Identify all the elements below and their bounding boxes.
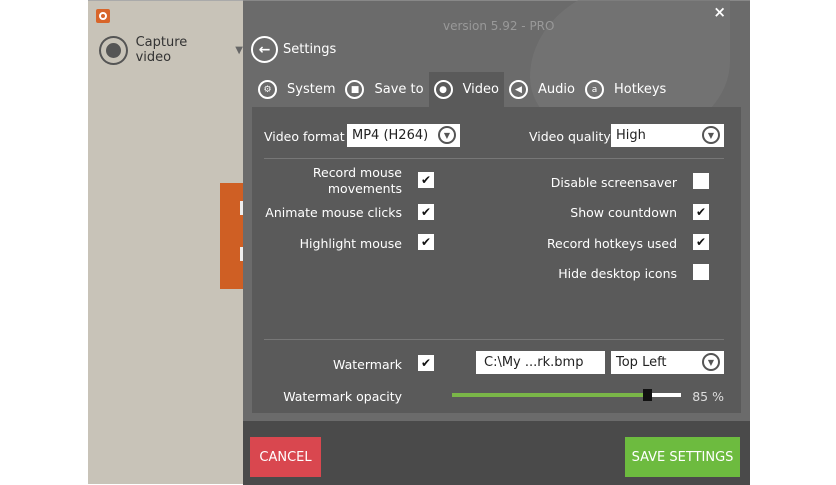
tab-hotkeys[interactable]: a Hotkeys bbox=[580, 72, 671, 107]
watermark-opacity-slider[interactable] bbox=[452, 389, 681, 401]
tab-video[interactable]: ● Video bbox=[428, 72, 505, 107]
hide-desktop-icons-label: Hide desktop icons bbox=[558, 266, 677, 281]
watermark-position-value: Top Left bbox=[616, 355, 667, 370]
left-panel: Capture video ▼ bbox=[88, 0, 243, 484]
record-hotkeys-checkbox[interactable]: ✔ bbox=[693, 234, 709, 250]
hide-desktop-icons-checkbox[interactable] bbox=[693, 264, 709, 280]
settings-title: Settings bbox=[283, 42, 337, 57]
disable-screensaver-label: Disable screensaver bbox=[550, 175, 677, 190]
watermark-label: Watermark bbox=[333, 357, 402, 372]
watermark-file-input[interactable]: C:\My ...rk.bmp bbox=[476, 351, 605, 374]
settings-tabs: ⚙ System ■ Save to ● Video ◀ Audio a Hotkeys bbox=[253, 72, 671, 107]
tab-label: Hotkeys bbox=[613, 82, 667, 97]
preview-thumbnail bbox=[220, 183, 243, 289]
capture-mode-label: Capture video bbox=[135, 35, 188, 65]
watermark-file-value: C:\My ...rk.bmp bbox=[484, 355, 584, 370]
tab-system[interactable]: ⚙ System bbox=[253, 72, 340, 107]
tab-label: Video bbox=[462, 82, 500, 97]
back-button[interactable]: ← Settings bbox=[251, 36, 336, 63]
video-format-select[interactable]: MP4 (H264) ▼ bbox=[347, 124, 460, 147]
video-quality-select[interactable]: High ▼ bbox=[611, 124, 724, 147]
record-mouse-checkbox[interactable]: ✔ bbox=[418, 172, 434, 188]
app-logo-icon bbox=[96, 9, 110, 23]
tab-label: Audio bbox=[538, 82, 575, 97]
highlight-mouse-label: Highlight mouse bbox=[299, 236, 402, 251]
watermark-position-select[interactable]: Top Left ▼ bbox=[611, 351, 724, 374]
record-hotkeys-label: Record hotkeys used bbox=[546, 236, 677, 251]
close-icon[interactable]: × bbox=[713, 3, 726, 21]
video-format-value: MP4 (H264) bbox=[352, 128, 429, 143]
folder-icon: ■ bbox=[345, 80, 365, 99]
chevron-down-icon: ▼ bbox=[702, 353, 720, 371]
video-quality-value: High bbox=[616, 128, 646, 143]
record-mouse-label: Record mouse movements bbox=[312, 165, 402, 196]
slider-fill bbox=[452, 393, 647, 397]
save-settings-button[interactable]: SAVE SETTINGS bbox=[625, 437, 740, 477]
tab-label: Save to bbox=[374, 82, 424, 97]
divider bbox=[264, 158, 724, 159]
settings-panel: version 5.92 - PRO × ← Settings ⚙ System … bbox=[243, 0, 750, 485]
animate-clicks-label: Animate mouse clicks bbox=[265, 205, 402, 220]
key-icon: a bbox=[584, 80, 604, 99]
divider bbox=[264, 339, 724, 340]
video-format-label: Video format bbox=[264, 129, 345, 144]
arrow-left-icon: ← bbox=[251, 36, 278, 63]
highlight-mouse-checkbox[interactable]: ✔ bbox=[418, 234, 434, 250]
show-countdown-label: Show countdown bbox=[570, 205, 677, 220]
show-countdown-checkbox[interactable]: ✔ bbox=[693, 204, 709, 220]
slider-thumb[interactable] bbox=[642, 389, 652, 401]
footer-bar: CANCEL SAVE SETTINGS bbox=[243, 421, 750, 485]
chevron-down-icon: ▼ bbox=[235, 44, 243, 56]
video-settings: Video format MP4 (H264) ▼ Video quality H… bbox=[252, 107, 741, 413]
record-icon: ● bbox=[433, 80, 453, 99]
watermark-opacity-value: 85 % bbox=[692, 389, 724, 404]
watermark-checkbox[interactable]: ✔ bbox=[418, 355, 434, 371]
video-quality-label: Video quality bbox=[529, 129, 611, 144]
speaker-icon: ◀ bbox=[509, 80, 529, 99]
record-icon bbox=[99, 35, 128, 65]
watermark-opacity-label: Watermark opacity bbox=[283, 389, 402, 404]
chevron-down-icon: ▼ bbox=[702, 126, 720, 144]
tab-audio[interactable]: ◀ Audio bbox=[504, 72, 580, 107]
tab-label: System bbox=[287, 82, 336, 97]
chevron-down-icon: ▼ bbox=[438, 126, 456, 144]
disable-screensaver-checkbox[interactable] bbox=[693, 173, 709, 189]
version-label: version 5.92 - PRO bbox=[443, 19, 555, 33]
tab-save-to[interactable]: ■ Save to bbox=[340, 72, 428, 107]
cancel-button[interactable]: CANCEL bbox=[250, 437, 321, 477]
animate-clicks-checkbox[interactable]: ✔ bbox=[418, 204, 434, 220]
gears-icon: ⚙ bbox=[258, 80, 277, 99]
capture-mode-dropdown[interactable]: Capture video ▼ bbox=[99, 35, 243, 65]
